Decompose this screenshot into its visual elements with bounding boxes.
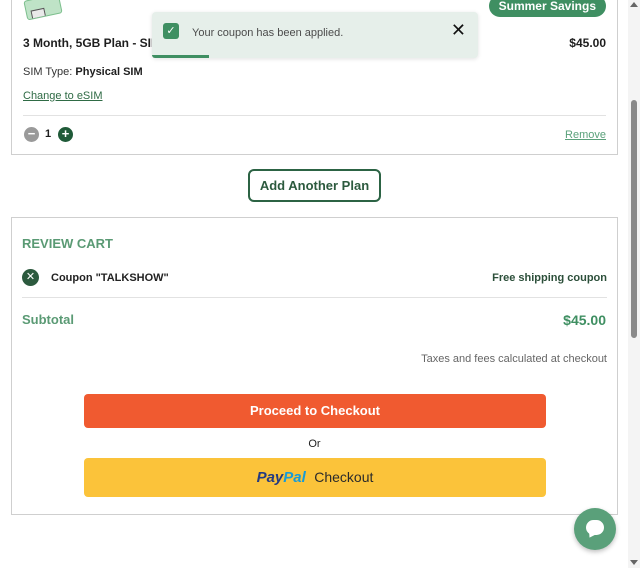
or-separator: Or [308,438,321,450]
change-to-esim-link[interactable]: Change to eSIM [23,90,103,102]
sim-type: SIM Type: Physical SIM [23,66,143,78]
sim-card-icon [23,0,63,21]
paypal-logo-pal: Pal [283,469,306,486]
divider [22,297,607,298]
review-cart-title: REVIEW CART [22,236,113,251]
chat-button[interactable] [574,508,616,550]
paypal-checkout-button[interactable]: PayPal Checkout [84,458,546,497]
subtotal-label: Subtotal [22,312,74,327]
scroll-up-arrow-icon[interactable] [630,2,638,7]
proceed-to-checkout-button[interactable]: Proceed to Checkout [84,394,546,428]
toast-message: Your coupon has been applied. [192,27,344,39]
subtotal-value: $45.00 [563,312,606,328]
remove-link[interactable]: Remove [565,129,606,141]
add-another-plan-button[interactable]: Add Another Plan [248,169,381,202]
scroll-down-arrow-icon[interactable] [630,560,638,565]
divider [23,115,606,116]
coupon-toast: ✓ Your coupon has been applied. ✕ [152,12,478,58]
coupon-type: Free shipping coupon [492,272,607,284]
scrollbar[interactable] [628,0,640,568]
sim-type-value: Physical SIM [75,66,143,78]
close-icon[interactable]: ✕ [451,21,466,39]
toast-progress-bar [152,55,209,58]
close-circle-icon[interactable]: ✕ [22,269,39,286]
quantity-increase-button[interactable]: + [58,127,73,142]
quantity-value: 1 [45,128,52,140]
sim-type-label: SIM Type: [23,66,73,78]
review-cart-panel: REVIEW CART ✕ Coupon "TALKSHOW" Free shi… [11,217,618,515]
plan-price: $45.00 [569,36,606,50]
coupon-name: Coupon "TALKSHOW" [51,272,169,284]
scroll-thumb[interactable] [631,100,637,338]
paypal-checkout-label: Checkout [314,469,374,485]
check-icon: ✓ [163,23,179,39]
tax-note: Taxes and fees calculated at checkout [421,353,607,365]
paypal-logo-pay: Pay [256,469,284,486]
quantity-decrease-button[interactable]: − [24,127,39,142]
plan-name: 3 Month, 5GB Plan - SIM [23,36,162,50]
promo-badge: Summer Savings [488,0,606,17]
